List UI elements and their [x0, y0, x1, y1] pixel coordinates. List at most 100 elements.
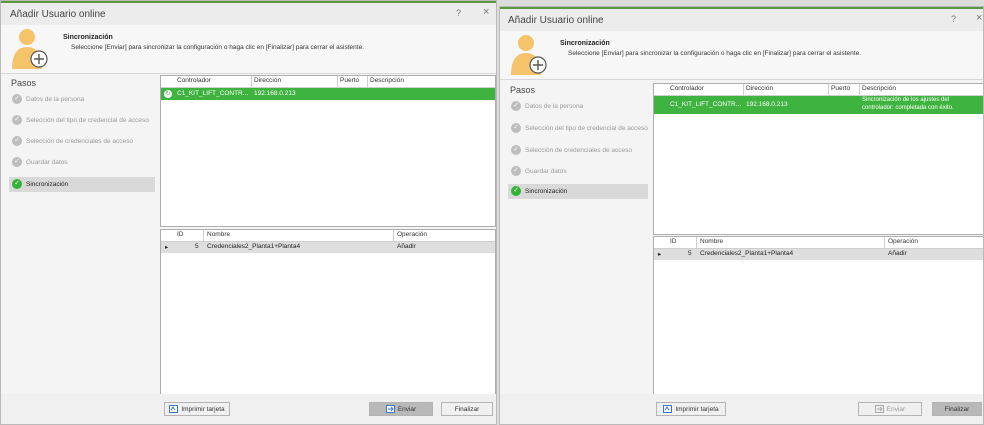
credential-operation: Añadir	[397, 243, 416, 250]
credentials-table: ID Nombre Operación ▸ 5 Credenciales2_Pl…	[653, 236, 983, 398]
step-datos-persona[interactable]: ✓ Datos de la persona	[508, 99, 648, 114]
column-header: Nombre	[700, 238, 724, 245]
step-label: Sincronización	[525, 188, 568, 195]
controller-description-line2: controlador: completada con éxito.	[862, 105, 954, 111]
window-title: Añadir Usuario online	[10, 9, 106, 20]
table-row[interactable]: ▸ 5 Credenciales2_Planta1+Planta4 Añadir	[654, 249, 983, 260]
credential-operation: Añadir	[888, 250, 907, 257]
print-card-button[interactable]: Imprimir tarjeta	[164, 402, 230, 416]
column-header: Controlador	[177, 77, 211, 84]
controller-address: 192.168.0.213	[746, 101, 788, 108]
user-add-icon	[12, 29, 48, 69]
header-description: Seleccione [Enviar] para sincronizar la …	[71, 44, 365, 51]
step-sincronizacion[interactable]: ✓ Sincronización	[9, 177, 155, 192]
column-header: Dirección	[254, 77, 282, 84]
print-card-icon	[663, 405, 673, 414]
step-sincronizacion[interactable]: ✓ Sincronización	[508, 184, 648, 199]
table-header: Controlador Dirección Puerto Descripción	[161, 76, 495, 88]
table-header: ID Nombre Operación	[654, 237, 983, 249]
column-header: Descripción	[370, 77, 404, 84]
column-header: Operación	[888, 238, 918, 245]
check-icon: ✓	[12, 179, 22, 190]
table-row[interactable]: ↻ C1_KIT_LIFT_CONTR... 192.168.0.213	[161, 88, 495, 100]
check-icon: ✓	[12, 136, 22, 147]
controller-name: C1_KIT_LIFT_CONTR...	[670, 101, 742, 108]
credential-name: Credenciales2_Planta1+Planta4	[700, 250, 794, 257]
wizard-header: Sincronización Seleccione [Enviar] para …	[1, 25, 496, 74]
finish-button[interactable]: Finalizar	[441, 402, 493, 416]
help-button[interactable]: ?	[951, 14, 956, 24]
controller-address: 192.168.0.213	[254, 90, 296, 97]
check-icon: ✓	[12, 94, 22, 105]
step-tipo-credencial[interactable]: ✓ Selección del tipo de credencial de acc…	[508, 121, 648, 136]
column-header: ID	[177, 231, 184, 238]
print-card-label: Imprimir tarjeta	[675, 406, 719, 413]
send-icon	[385, 405, 395, 414]
user-add-icon	[511, 35, 547, 75]
window-title: Añadir Usuario online	[508, 15, 604, 26]
check-icon: ✓	[511, 166, 521, 177]
controllers-table: Controlador Dirección Puerto Descripción…	[653, 83, 983, 235]
credential-id: 5	[688, 250, 692, 257]
step-credenciales[interactable]: ✓ Selección de credenciales de acceso	[508, 143, 648, 158]
column-header: Nombre	[207, 231, 231, 238]
send-button[interactable]: Enviar	[369, 402, 433, 416]
check-icon: ✓	[12, 115, 22, 126]
close-button[interactable]: ×	[483, 6, 489, 18]
credentials-table: ID Nombre Operación ▸ 5 Credenciales2_Pl…	[160, 229, 496, 395]
credential-id: 5	[195, 243, 199, 250]
step-datos-persona[interactable]: ✓ Datos de la persona	[9, 92, 155, 107]
header-title: Sincronización	[63, 34, 113, 41]
table-row[interactable]: ▸ 5 Credenciales2_Planta1+Planta4 Añadir	[161, 242, 495, 253]
close-button[interactable]: ×	[976, 12, 982, 24]
steps-title: Pasos	[11, 78, 37, 88]
title-bar: Añadir Usuario online ? ×	[1, 3, 496, 25]
step-label: Selección de credenciales de acceso	[26, 138, 133, 145]
button-bar: Imprimir tarjeta Enviar Finalizar	[500, 394, 983, 424]
header-description: Seleccione [Enviar] para sincronizar la …	[568, 50, 862, 57]
print-card-label: Imprimir tarjeta	[181, 406, 225, 413]
controllers-table: Controlador Dirección Puerto Descripción…	[160, 75, 496, 227]
step-label: Selección de credenciales de acceso	[525, 147, 632, 154]
step-tipo-credencial[interactable]: ✓ Selección del tipo de credencial de acc…	[9, 113, 155, 128]
row-arrow-icon: ▸	[658, 251, 662, 258]
step-label: Guardar datos	[26, 159, 68, 166]
step-label: Datos de la persona	[26, 96, 85, 103]
wizard-header: Sincronización Seleccione [Enviar] para …	[500, 31, 983, 80]
add-user-window-right: Añadir Usuario online ? × Sincronización…	[499, 6, 984, 425]
header-title: Sincronización	[560, 40, 610, 47]
send-label: Enviar	[397, 406, 417, 413]
table-row[interactable]: C1_KIT_LIFT_CONTR... 192.168.0.213 Sincr…	[654, 96, 983, 114]
help-button[interactable]: ?	[456, 8, 461, 18]
credential-name: Credenciales2_Planta1+Planta4	[207, 243, 301, 250]
column-header: Operación	[397, 231, 427, 238]
finish-button[interactable]: Finalizar	[932, 402, 982, 416]
title-bar: Añadir Usuario online ? ×	[500, 9, 983, 31]
column-header: Controlador	[670, 85, 704, 92]
status-icon: ↻	[164, 90, 172, 98]
step-label: Selección del tipo de credencial de acce…	[525, 125, 648, 132]
column-header: Puerto	[340, 77, 360, 84]
column-header: ID	[670, 238, 677, 245]
step-credenciales[interactable]: ✓ Selección de credenciales de acceso	[9, 134, 155, 149]
check-icon: ✓	[511, 123, 521, 134]
controller-description-line1: Sincronización de los ajustes del	[862, 97, 950, 103]
step-label: Sincronización	[26, 181, 69, 188]
table-header: ID Nombre Operación	[161, 230, 495, 242]
print-card-icon	[169, 405, 179, 414]
check-icon: ✓	[12, 157, 22, 168]
send-button-disabled[interactable]: Enviar	[858, 402, 922, 416]
table-header: Controlador Dirección Puerto Descripción	[654, 84, 983, 96]
check-icon: ✓	[511, 145, 521, 156]
column-header: Puerto	[831, 85, 851, 92]
send-label: Enviar	[886, 406, 906, 413]
print-card-button[interactable]: Imprimir tarjeta	[656, 402, 726, 416]
check-icon: ✓	[511, 186, 521, 197]
check-icon: ✓	[511, 101, 521, 112]
steps-title: Pasos	[510, 85, 536, 95]
step-guardar-datos[interactable]: ✓ Guardar datos	[508, 164, 648, 179]
step-label: Guardar datos	[525, 168, 567, 175]
add-user-window-left: Añadir Usuario online ? × Sincronización…	[0, 0, 497, 425]
column-header: Descripción	[862, 85, 896, 92]
step-guardar-datos[interactable]: ✓ Guardar datos	[9, 155, 155, 170]
